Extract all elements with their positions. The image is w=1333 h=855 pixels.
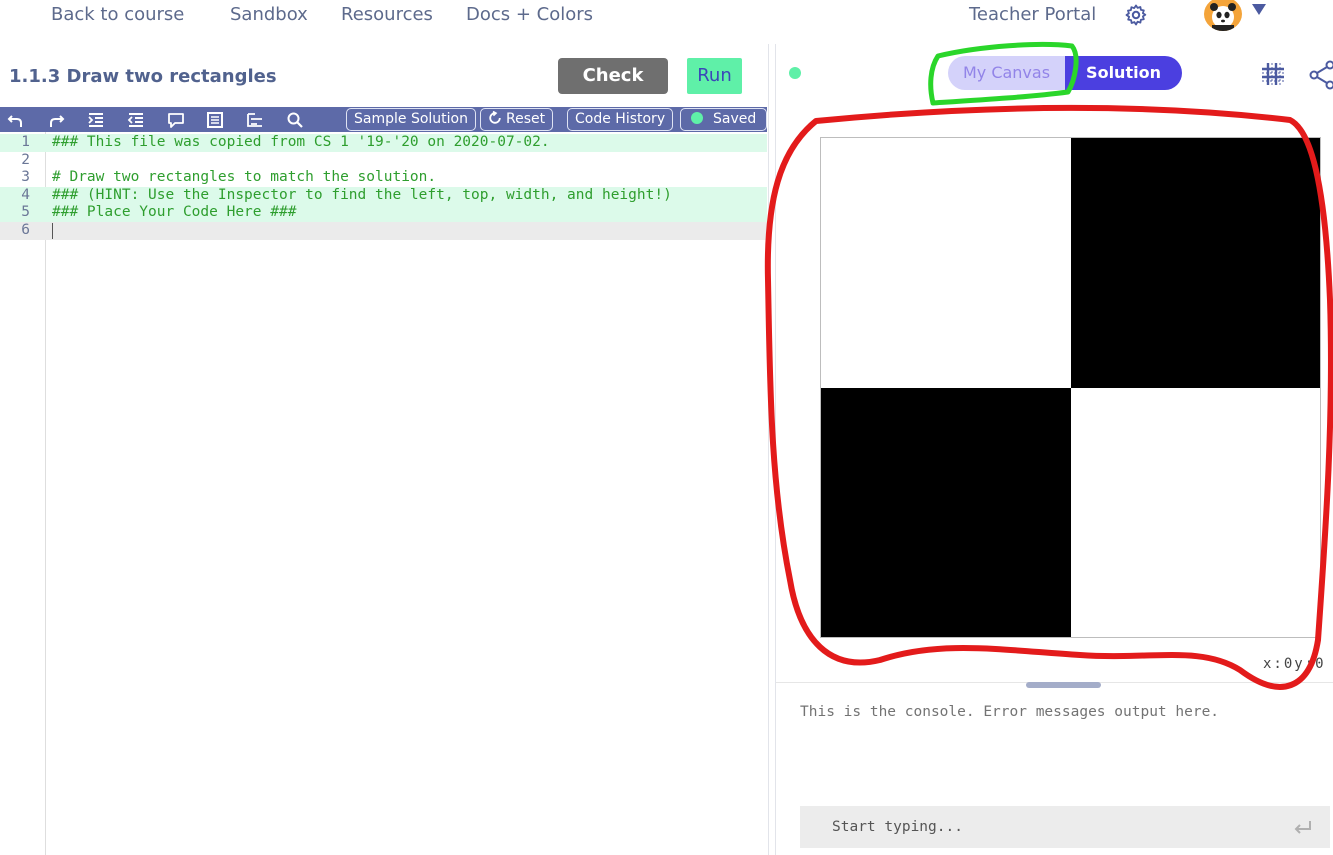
console-input[interactable] xyxy=(800,806,1330,848)
canvas-rectangle xyxy=(1071,138,1320,388)
mouse-coordinates: x:0y:0 xyxy=(1263,656,1326,672)
drawing-canvas[interactable] xyxy=(820,137,1321,638)
search-icon[interactable] xyxy=(285,110,305,130)
code-line[interactable]: 4 ### (HINT: Use the Inspector to find th… xyxy=(0,186,767,205)
outdent-icon[interactable] xyxy=(126,110,146,130)
check-code-button[interactable]: Check Code xyxy=(558,58,668,122)
code-line[interactable]: 2 xyxy=(0,152,767,170)
code-editor[interactable]: 1 ### This file was copied from CS 1 '19-… xyxy=(0,132,767,855)
status-dot xyxy=(789,67,801,79)
reset-icon xyxy=(489,110,501,124)
user-avatar[interactable] xyxy=(1204,0,1242,31)
code-line[interactable]: 1 ### This file was copied from CS 1 '19-… xyxy=(0,134,767,152)
line-number-gutter xyxy=(0,132,46,855)
resize-handle[interactable] xyxy=(1026,682,1101,688)
console-message: This is the console. Error messages outp… xyxy=(800,704,1220,720)
line-number: 3 xyxy=(21,169,30,186)
viewer-pane: My Canvas Solution x:0y:0 This is the co… xyxy=(775,44,1333,855)
tab-my-canvas[interactable]: My Canvas xyxy=(948,56,1065,90)
saved-label: Saved xyxy=(713,111,757,127)
line-text: ### Place Your Code Here ### xyxy=(52,204,297,221)
grid-icon[interactable] xyxy=(1259,60,1287,88)
reset-label: Reset xyxy=(506,111,546,127)
nav-back-to-course[interactable]: Back to course xyxy=(51,4,184,25)
line-number: 4 xyxy=(21,186,30,203)
line-number: 5 xyxy=(21,204,30,221)
nav-resources[interactable]: Resources xyxy=(341,4,433,25)
code-line[interactable]: 5 ### Place Your Code Here ### xyxy=(0,204,767,222)
wrap-icon[interactable] xyxy=(245,110,265,130)
line-number: 2 xyxy=(21,151,30,168)
nav-teacher-portal[interactable]: Teacher Portal xyxy=(969,4,1096,25)
caret-down-icon[interactable] xyxy=(1252,4,1266,15)
indent-icon[interactable] xyxy=(86,110,106,130)
run-button[interactable]: Run xyxy=(687,58,742,94)
editor-pane: 1.1.3 Draw two rectangles Check Code Run… xyxy=(0,44,769,855)
code-history-button[interactable]: Code History xyxy=(567,108,674,131)
undo-icon[interactable] xyxy=(6,110,26,130)
code-line[interactable]: 3 # Draw two rectangles to match the solu… xyxy=(0,169,767,187)
saved-status-dot xyxy=(691,112,703,124)
format-icon[interactable] xyxy=(205,110,225,130)
gear-icon[interactable] xyxy=(1124,3,1148,27)
nav-docs-colors[interactable]: Docs + Colors xyxy=(466,4,593,25)
saved-indicator: Saved xyxy=(680,108,768,131)
panda-avatar-icon xyxy=(1210,3,1236,31)
line-text: # Draw two rectangles to match the solut… xyxy=(52,169,437,186)
line-number: 1 xyxy=(21,134,30,150)
nav-sandbox[interactable]: Sandbox xyxy=(230,4,308,25)
redo-icon[interactable] xyxy=(46,110,66,130)
text-cursor xyxy=(52,223,53,239)
share-icon[interactable] xyxy=(1308,60,1333,90)
tab-solution[interactable]: Solution xyxy=(1065,56,1182,90)
canvas-rectangle xyxy=(821,388,1071,637)
reset-button[interactable]: Reset xyxy=(480,108,554,131)
sample-solution-button[interactable]: Sample Solution xyxy=(346,108,476,131)
line-text: ### (HINT: Use the Inspector to find the… xyxy=(52,186,672,203)
comment-icon[interactable] xyxy=(166,110,186,130)
top-nav-bar: Back to course Sandbox Resources Docs + … xyxy=(0,0,1333,40)
line-text: ### This file was copied from CS 1 '19-'… xyxy=(52,134,550,150)
enter-icon[interactable] xyxy=(1292,819,1314,837)
editor-toolbar: Sample Solution Reset Code History Saved xyxy=(0,107,768,132)
code-line-current[interactable]: 6 xyxy=(0,222,767,240)
lesson-title: 1.1.3 Draw two rectangles xyxy=(9,66,277,87)
line-number: 6 xyxy=(21,222,30,238)
